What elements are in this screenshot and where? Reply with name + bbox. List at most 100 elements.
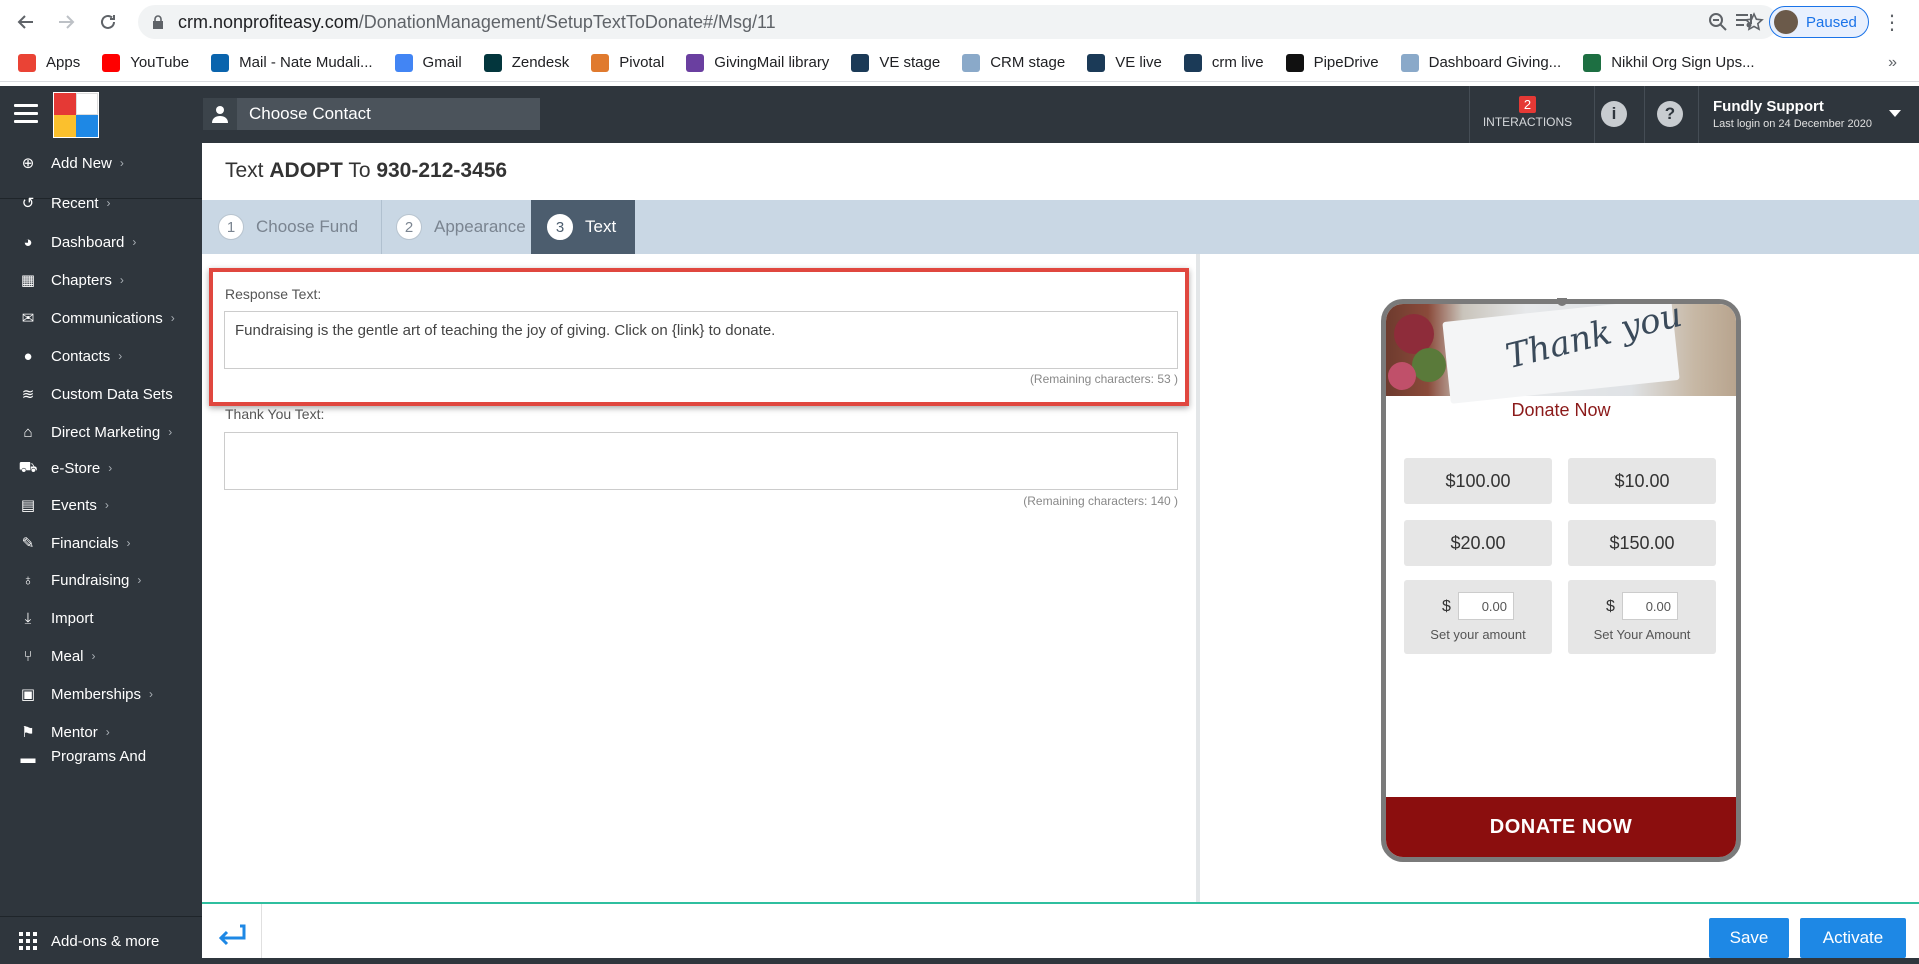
sidebar-item-contacts[interactable]: ● Contacts ›: [0, 336, 202, 376]
zoom-out-icon[interactable]: [1708, 12, 1728, 32]
sidebar-item-direct-marketing[interactable]: ⌂ Direct Marketing ›: [0, 412, 202, 452]
thank-you-image: Thank you: [1386, 304, 1736, 404]
sidebar-item-chapters[interactable]: ▦ Chapters ›: [0, 260, 202, 300]
browser-menu-icon[interactable]: ⋮: [1882, 10, 1902, 35]
donate-now-button[interactable]: DONATE NOW: [1386, 797, 1736, 857]
sidebar-item-programs-and[interactable]: ▬ Programs And: [0, 748, 202, 768]
grid-dots-icon: [18, 931, 38, 951]
forward-arrow-icon[interactable]: [48, 4, 84, 40]
sidebar-item-label: Mentor: [51, 723, 98, 741]
ve-icon: [1183, 53, 1202, 72]
folder-icon: ▬: [20, 749, 36, 767]
doc-icon: [962, 53, 981, 72]
apps-grid-icon: [18, 53, 36, 72]
envelope-icon: ✉: [21, 310, 35, 327]
bookmark-item[interactable]: Pivotal: [591, 53, 664, 72]
app-header: Choose Contact 2 INTERACTIONS i ? Fundly…: [0, 86, 1919, 143]
choose-contact-field[interactable]: Choose Contact: [203, 98, 540, 130]
donate-now-title: Donate Now: [1511, 400, 1611, 420]
sidebar-item-e-store[interactable]: ⛟ e-Store ›: [0, 448, 202, 488]
bookmark-item[interactable]: Dashboard Giving...: [1400, 53, 1562, 72]
wizard-tabs: 1 Choose Fund 2 Appearance 3 Text: [202, 200, 1919, 254]
response-text-input[interactable]: Fundraising is the gentle art of teachin…: [224, 311, 1178, 369]
user-icon: ●: [23, 347, 33, 365]
amount-button[interactable]: $20.00: [1404, 520, 1552, 566]
bookmark-item[interactable]: VE stage: [851, 53, 941, 72]
bookmark-label: VE stage: [879, 54, 941, 71]
lock-icon: [153, 15, 163, 29]
sidebar-item-add-new[interactable]: ⊕ Add New ›: [0, 143, 202, 183]
bookmark-item[interactable]: Nikhil Org Sign Ups...: [1583, 53, 1755, 72]
bookmark-item[interactable]: YouTube: [102, 53, 189, 72]
bookmark-label: Dashboard Giving...: [1428, 54, 1562, 71]
user-name: Fundly Support: [1713, 98, 1824, 115]
amount-button[interactable]: $150.00: [1568, 520, 1716, 566]
help-icon[interactable]: ?: [1657, 101, 1683, 127]
bookmark-item[interactable]: Zendesk: [483, 53, 569, 72]
sidebar-item-import[interactable]: ⤓ Import: [0, 598, 202, 638]
more-bookmarks-icon[interactable]: »: [1888, 54, 1897, 72]
sidebar-item-mentor[interactable]: ⚑ Mentor ›: [0, 712, 202, 752]
sidebar-item-dashboard[interactable]: ◕ Dashboard ›: [0, 222, 202, 262]
addons-label: Add-ons & more: [51, 932, 160, 950]
sidebar-item-meal[interactable]: ⑂ Meal ›: [0, 636, 202, 676]
sidebar-item-communications[interactable]: ✉ Communications ›: [0, 298, 202, 338]
calendar-icon: ▤: [20, 497, 36, 514]
save-button[interactable]: Save: [1709, 918, 1789, 958]
last-login-text: Last login on 24 December 2020: [1713, 118, 1872, 130]
phone-preview: Thank you Donate Now $100.00 $10.00 $20.…: [1381, 299, 1741, 862]
chevron-right-icon: ›: [118, 349, 123, 363]
hamburger-menu-icon[interactable]: [14, 104, 38, 124]
address-bar[interactable]: crm.nonprofiteasy.com/DonationManagement…: [138, 5, 1778, 39]
tab-choose-fund[interactable]: 1 Choose Fund: [218, 200, 373, 254]
url-path: /DonationManagement/SetupTextToDonate#/M…: [358, 11, 776, 32]
bookmark-item[interactable]: Mail - Nate Mudali...: [211, 53, 373, 72]
activate-button[interactable]: Activate: [1800, 918, 1906, 958]
youtube-icon: [102, 53, 121, 72]
bookmark-item[interactable]: Gmail: [394, 53, 462, 72]
custom-amount-input[interactable]: 0.00: [1622, 592, 1678, 620]
chevron-right-icon: ›: [126, 536, 131, 550]
amount-button[interactable]: $10.00: [1568, 458, 1716, 504]
caret-down-icon[interactable]: [1889, 110, 1901, 117]
info-icon[interactable]: i: [1601, 101, 1627, 127]
money-bag-icon: ♁: [22, 571, 34, 589]
sidebar-addons[interactable]: Add-ons & more: [0, 916, 202, 964]
sidebar-item-label: Contacts: [51, 347, 111, 365]
interactions-button[interactable]: 2 INTERACTIONS: [1470, 96, 1585, 129]
chevron-right-icon: ›: [132, 235, 137, 249]
amount-button[interactable]: $100.00: [1404, 458, 1552, 504]
bookmark-item[interactable]: crm live: [1183, 53, 1264, 72]
tab-text[interactable]: 3 Text: [531, 200, 635, 254]
step-number: 1: [218, 214, 244, 240]
sidebar-item-recent[interactable]: ↺ Recent ›: [0, 183, 202, 223]
user-menu[interactable]: Fundly Support Last login on 24 December…: [1713, 98, 1872, 130]
custom-amount-right: $ 0.00 Set Your Amount: [1568, 580, 1716, 654]
bookmark-label: CRM stage: [990, 54, 1066, 71]
bookmark-item[interactable]: VE live: [1087, 53, 1162, 72]
pivotal-icon: [591, 53, 610, 72]
back-arrow-icon[interactable]: [8, 4, 44, 40]
sidebar-item-fundraising[interactable]: ♁ Fundraising ›: [0, 560, 202, 600]
sidebar-item-events[interactable]: ▤ Events ›: [0, 485, 202, 525]
currency-symbol: $: [1442, 598, 1451, 615]
reload-icon[interactable]: [90, 4, 126, 40]
sidebar-item-custom-data-sets[interactable]: ≋ Custom Data Sets: [0, 374, 202, 414]
doc-icon: [1400, 53, 1419, 72]
thank-you-text-input[interactable]: [224, 432, 1178, 490]
custom-amount-input[interactable]: 0.00: [1458, 592, 1514, 620]
reading-list-icon[interactable]: [1735, 12, 1755, 30]
bookmark-item[interactable]: Apps: [18, 53, 80, 72]
back-button[interactable]: [202, 904, 262, 964]
sidebar: ⊕ Add New › ↺ Recent › ◕ Dashboard › ▦ Chapters › ✉ C…: [0, 143, 202, 964]
bookmark-item[interactable]: GivingMail library: [686, 53, 829, 72]
sidebar-item-financials[interactable]: ✎ Financials ›: [0, 523, 202, 563]
bookmark-item[interactable]: PipeDrive: [1285, 53, 1379, 72]
bookmark-item[interactable]: CRM stage: [962, 53, 1066, 72]
sidebar-item-label: Communications: [51, 309, 163, 327]
tab-appearance[interactable]: 2 Appearance: [396, 200, 526, 254]
profile-button[interactable]: Paused: [1769, 6, 1869, 38]
sidebar-item-memberships[interactable]: ▣ Memberships ›: [0, 674, 202, 714]
zendesk-icon: [483, 53, 502, 72]
title-mid: To: [342, 159, 377, 182]
